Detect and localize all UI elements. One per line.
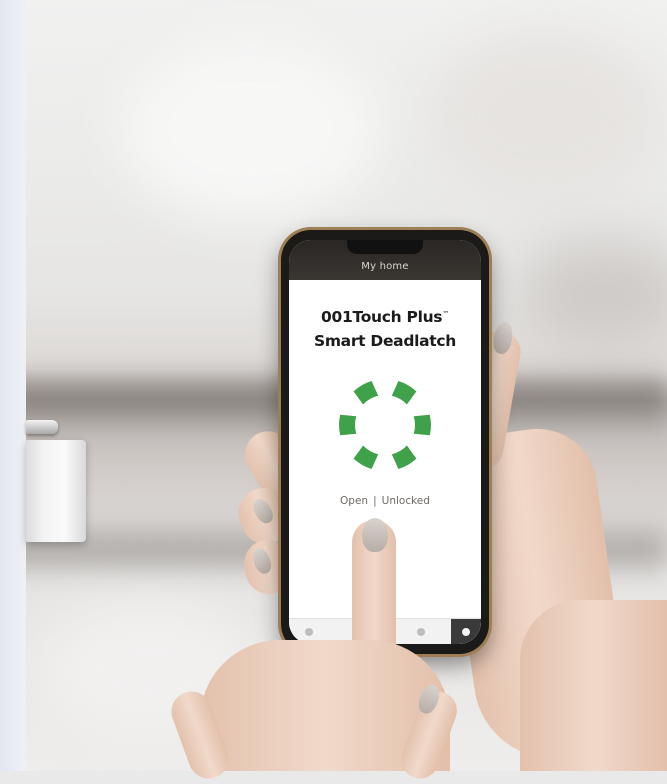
lock-toggle-button[interactable] <box>319 365 451 485</box>
lock-indicator-segment <box>353 445 379 469</box>
status-separator: | <box>373 495 377 507</box>
phone-notch <box>347 240 423 254</box>
lock-name: 001Touch Plus™ Smart Deadlatch <box>289 302 481 353</box>
lock-indicator-segment <box>339 414 357 436</box>
devices-tab-icon[interactable] <box>417 628 425 636</box>
settings-tab-icon <box>462 628 470 636</box>
header-title: My home <box>361 261 409 272</box>
trademark-symbol: ™ <box>442 310 449 318</box>
lock-status: Open | Unlocked <box>289 495 481 507</box>
lock-indicator-segment <box>391 381 417 405</box>
home-tab-icon[interactable] <box>305 628 313 636</box>
lock-name-line2: Smart Deadlatch <box>313 332 457 351</box>
app-header: My home <box>289 240 481 280</box>
deadlatch-handle <box>26 420 58 434</box>
deadlatch-device <box>26 440 86 542</box>
status-open: Open <box>340 495 369 507</box>
lock-indicator-segment <box>413 414 431 436</box>
lock-indicator-segment <box>391 445 417 469</box>
lock-name-line1: 001Touch Plus <box>321 308 443 327</box>
door-edge <box>0 0 26 771</box>
lock-indicator-segment <box>353 381 379 405</box>
status-unlocked: Unlocked <box>381 495 430 507</box>
settings-tab[interactable] <box>451 619 481 644</box>
